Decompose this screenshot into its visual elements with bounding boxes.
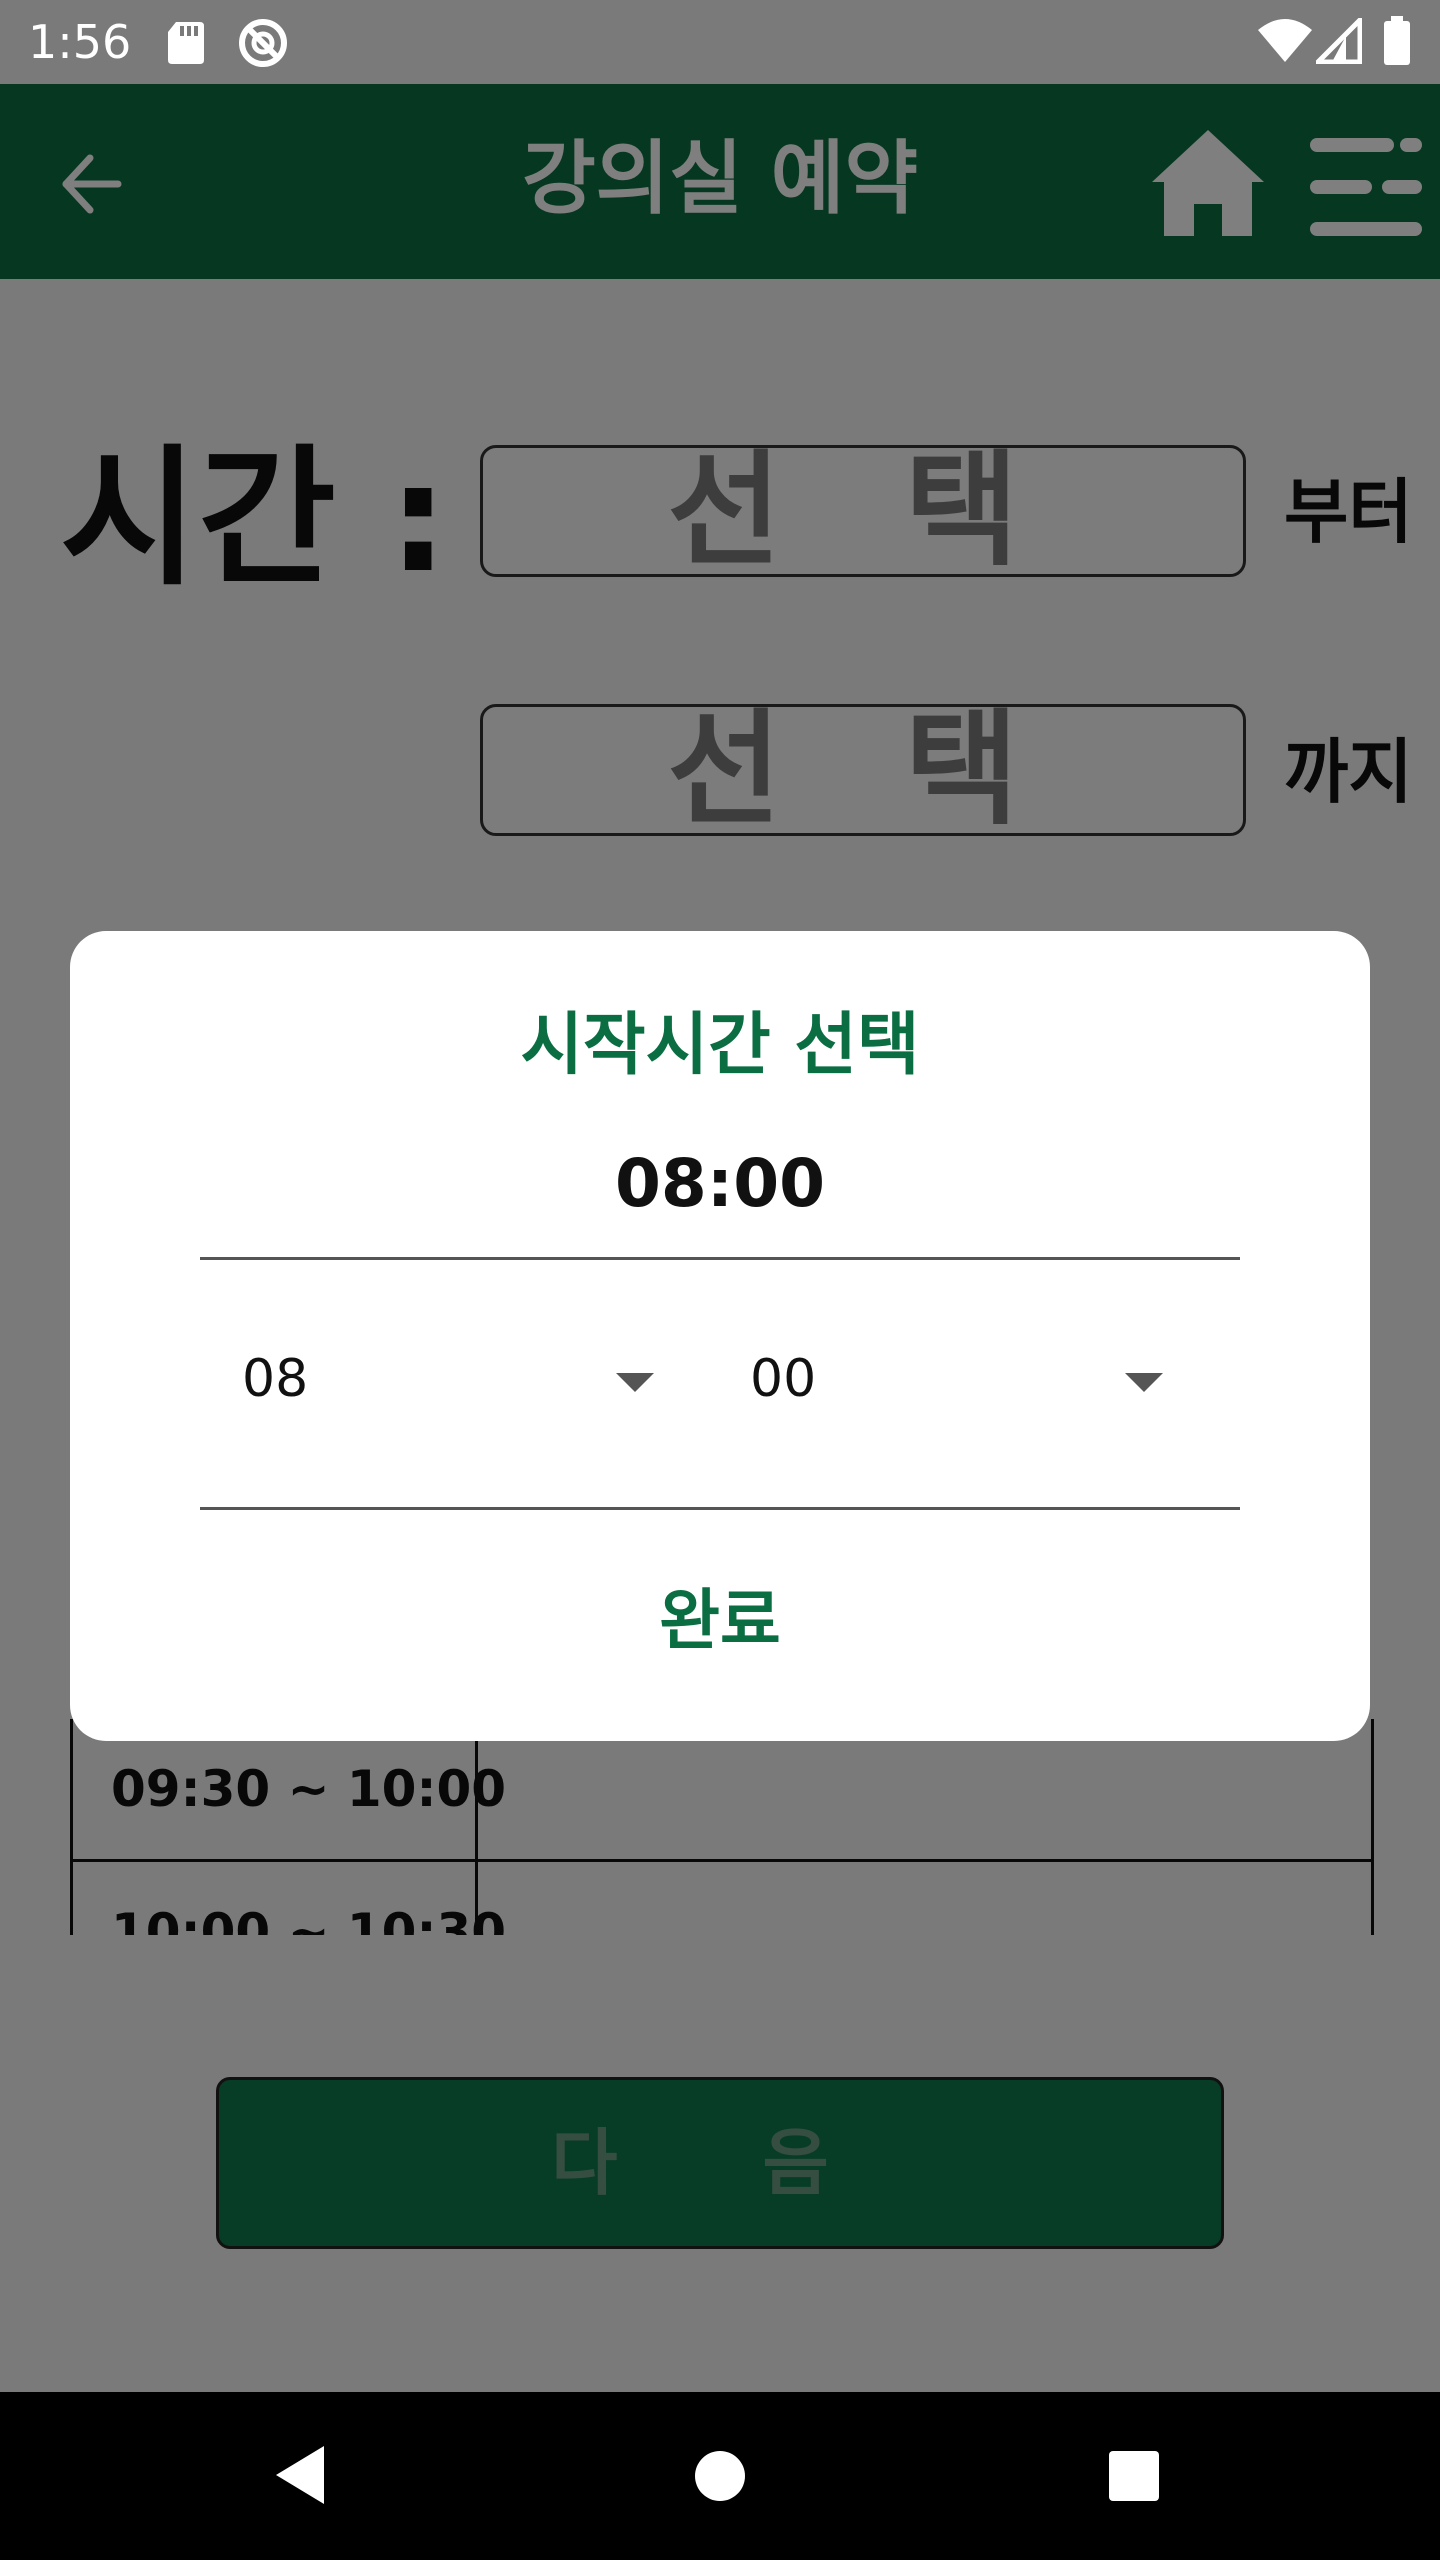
sd-card-icon [166, 20, 206, 70]
divider [200, 1507, 1240, 1510]
start-time-dialog: 시작시간 선택 08:00 08 00 완료 [70, 931, 1370, 1741]
wifi-icon [1256, 18, 1314, 68]
hour-spinner[interactable]: 08 [242, 1344, 308, 1414]
minute-spinner[interactable]: 00 [750, 1344, 816, 1414]
dialog-title: 시작시간 선택 [520, 1006, 920, 1085]
chevron-down-icon[interactable] [616, 1373, 654, 1392]
battery-icon [1382, 16, 1412, 70]
status-bar: 1:56 [0, 0, 1440, 84]
divider [200, 1257, 1240, 1260]
nav-home-icon[interactable] [694, 2450, 746, 2506]
system-nav-bar [0, 2392, 1440, 2560]
status-time: 1:56 [28, 15, 132, 69]
chevron-down-icon[interactable] [1125, 1373, 1163, 1392]
done-button[interactable]: 완료 [635, 1571, 805, 1671]
nav-back-icon[interactable] [272, 2444, 328, 2510]
nav-recents-icon[interactable] [1108, 2450, 1160, 2506]
selected-time: 08:00 [614, 1145, 826, 1222]
sync-icon [236, 16, 290, 74]
signal-icon [1311, 13, 1363, 68]
